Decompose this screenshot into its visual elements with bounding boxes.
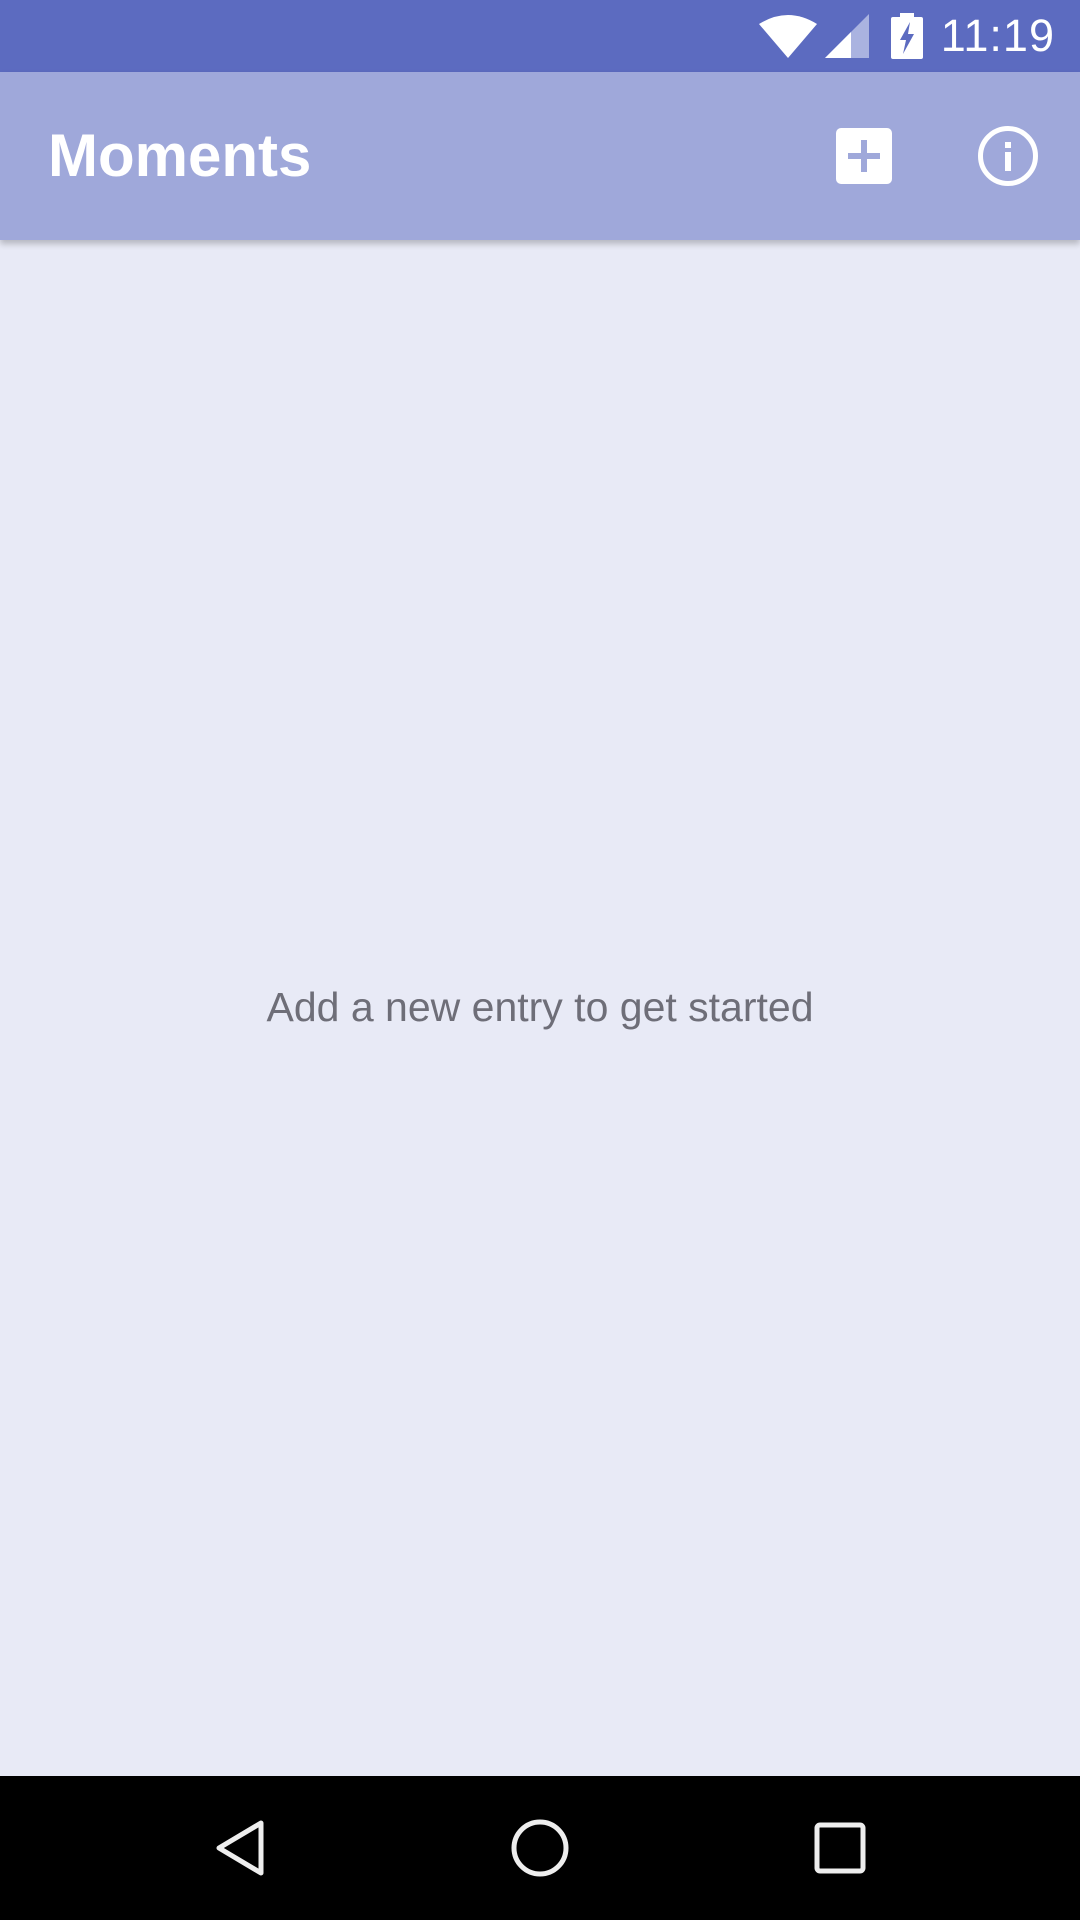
battery-charging-icon — [890, 13, 923, 59]
add-icon — [836, 128, 892, 184]
home-button[interactable] — [468, 1776, 612, 1920]
status-bar: 11:19 — [0, 0, 1080, 72]
empty-state-message: Add a new entry to get started — [266, 984, 814, 1030]
recents-button[interactable] — [768, 1776, 912, 1920]
recents-icon — [814, 1822, 866, 1874]
app-title: Moments — [48, 122, 312, 189]
home-icon — [511, 1819, 569, 1877]
back-icon — [216, 1820, 264, 1876]
add-entry-button[interactable] — [822, 114, 906, 198]
status-icons: 11:19 — [758, 0, 1080, 72]
cell-signal-icon — [824, 14, 869, 58]
back-button[interactable] — [168, 1776, 312, 1920]
status-time: 11:19 — [940, 10, 1055, 61]
info-icon — [978, 126, 1038, 186]
wifi-icon — [758, 15, 817, 58]
entries-content: Add a new entry to get started — [0, 240, 1080, 1776]
app-bar: Moments — [0, 72, 1080, 240]
navigation-bar — [0, 1776, 1080, 1920]
info-button[interactable] — [966, 114, 1050, 198]
